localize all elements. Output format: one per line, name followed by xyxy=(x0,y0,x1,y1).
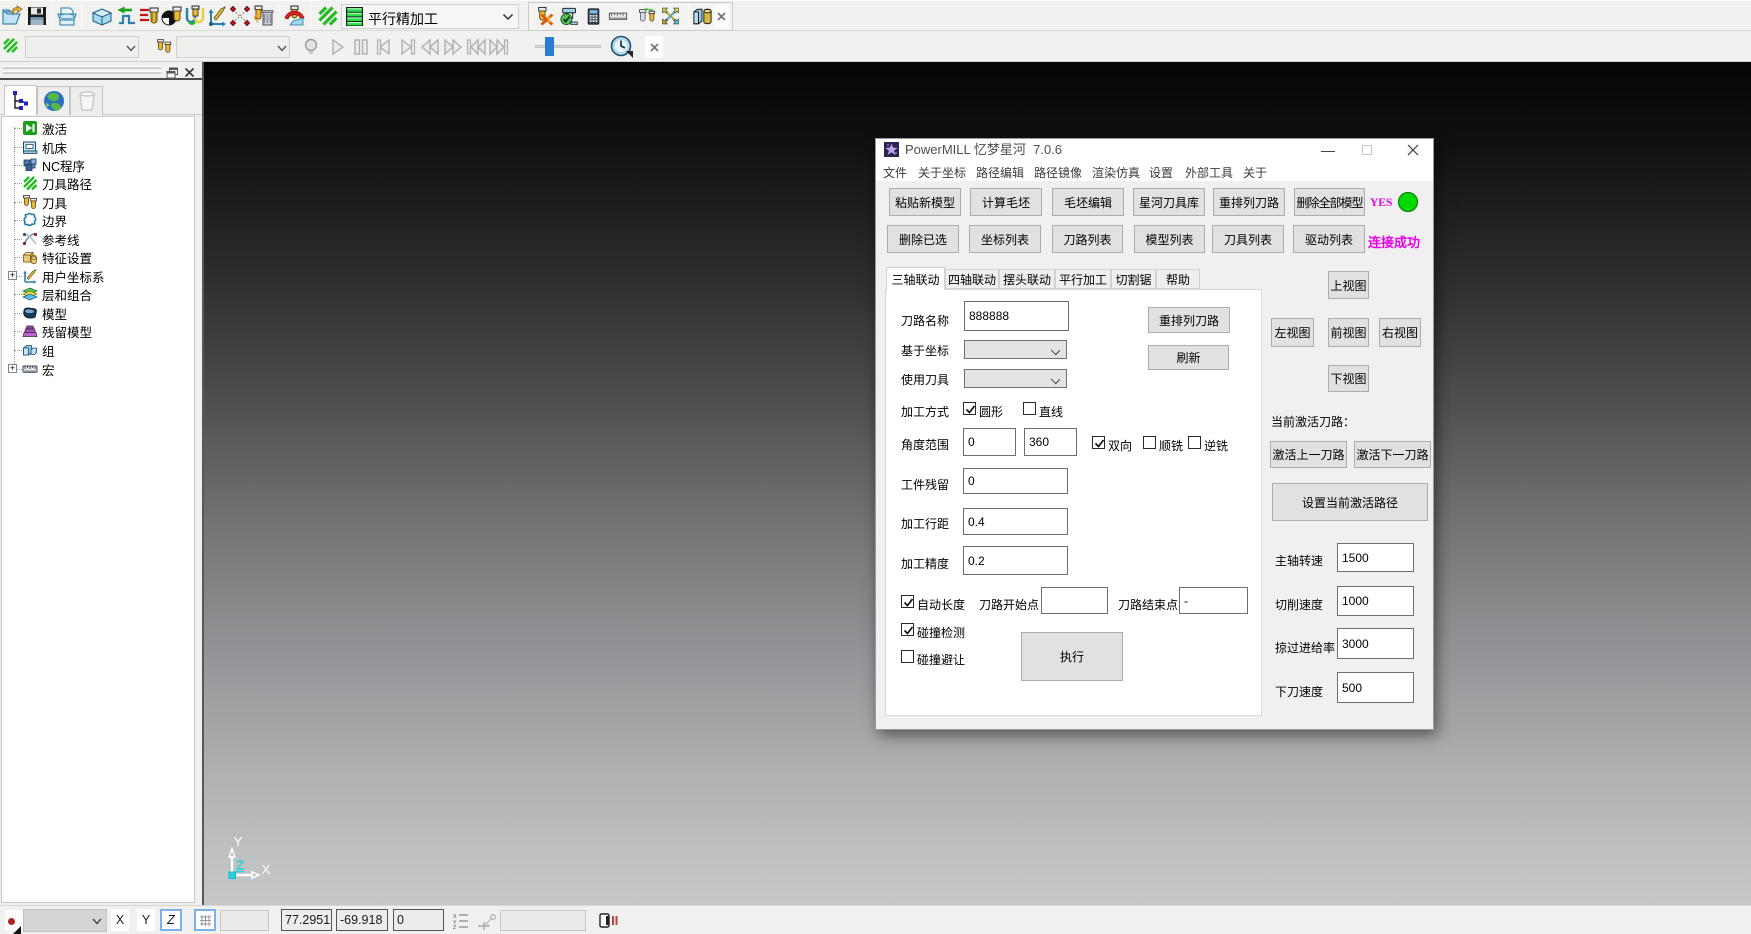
svg-text:Y: Y xyxy=(234,834,243,849)
svg-text:Z: Z xyxy=(236,857,245,873)
svg-text:X: X xyxy=(262,862,271,877)
